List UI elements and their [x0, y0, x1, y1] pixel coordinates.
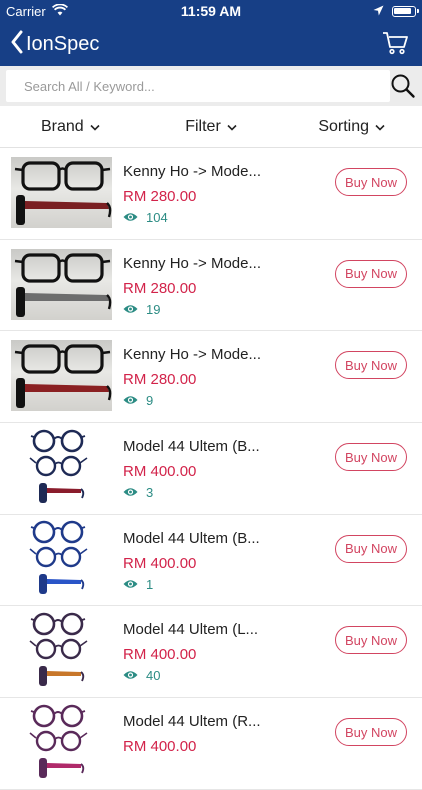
eye-icon — [123, 668, 138, 683]
search-bar — [0, 66, 422, 106]
back-label: IonSpec — [26, 33, 100, 55]
chevron-down-icon — [227, 118, 237, 136]
eye-icon — [123, 577, 138, 592]
product-price: RM 400.00 — [123, 646, 197, 664]
view-count-value: 40 — [146, 668, 161, 684]
eye-icon — [123, 210, 138, 225]
cart-button[interactable] — [382, 31, 408, 60]
back-button[interactable]: IonSpec — [10, 30, 99, 59]
product-image[interactable] — [11, 612, 112, 686]
product-row[interactable]: Kenny Ho -> Mode... RM 280.00 19 Buy Now — [0, 240, 422, 332]
view-count: 104 — [123, 210, 168, 225]
product-row[interactable]: Model 44 Ultem (L... RM 400.00 40 Buy Now — [0, 606, 422, 699]
view-count-value: 19 — [146, 301, 161, 317]
view-count-value: 1 — [146, 576, 154, 592]
product-image[interactable] — [11, 429, 112, 503]
product-list: Kenny Ho -> Mode... RM 280.00 104 Buy Now Ke… — [0, 148, 422, 790]
buy-now-button[interactable]: Buy Now — [335, 443, 407, 472]
eye-icon — [123, 393, 138, 408]
filter-label: Filter — [185, 117, 221, 135]
product-image[interactable] — [11, 704, 112, 778]
product-image[interactable] — [11, 340, 112, 412]
status-right — [373, 4, 419, 19]
app-header: Carrier 11:59 AM IonSpec — [0, 0, 422, 66]
brand-label: Brand — [40, 117, 84, 135]
chevron-down-icon — [90, 118, 100, 136]
eye-icon — [123, 302, 138, 317]
view-count-value: 9 — [146, 393, 154, 409]
view-count-value: 3 — [146, 485, 154, 501]
search-button[interactable] — [390, 72, 416, 100]
view-count-value: 104 — [146, 210, 168, 225]
search-icon — [390, 74, 416, 104]
product-name[interactable]: Kenny Ho -> Mode... — [123, 163, 323, 180]
product-name[interactable]: Model 44 Ultem (R... — [123, 713, 323, 730]
view-count: 9 — [123, 393, 153, 408]
buy-now-button[interactable]: Buy Now — [335, 626, 407, 655]
product-row[interactable]: Model 44 Ultem (B... RM 400.00 3 Buy Now — [0, 423, 422, 515]
view-count: 40 — [123, 668, 160, 683]
buy-now-button[interactable]: Buy Now — [335, 259, 407, 288]
battery-icon — [392, 6, 419, 17]
sorting-label: Sorting — [318, 117, 370, 135]
location-icon — [373, 4, 384, 19]
product-row[interactable]: Model 44 Ultem (B... RM 400.00 1 Buy Now — [0, 515, 422, 607]
product-row[interactable]: Kenny Ho -> Mode... RM 280.00 104 Buy Now — [0, 148, 422, 240]
product-name[interactable]: Kenny Ho -> Mode... — [123, 255, 323, 272]
product-price: RM 280.00 — [123, 279, 197, 297]
cart-icon — [382, 32, 408, 59]
search-input[interactable] — [6, 70, 390, 102]
chevron-left-icon — [10, 30, 24, 59]
eye-icon — [123, 485, 138, 500]
product-name[interactable]: Model 44 Ultem (L... — [123, 621, 323, 638]
product-row[interactable]: Kenny Ho -> Mode... RM 280.00 9 Buy Now — [0, 331, 422, 424]
product-price: RM 280.00 — [123, 371, 197, 389]
product-price: RM 400.00 — [123, 463, 197, 481]
product-image[interactable] — [11, 520, 112, 595]
filter-dropdown[interactable]: Filter — [141, 106, 282, 147]
product-image[interactable] — [11, 248, 112, 320]
status-time: 11:59 AM — [180, 3, 242, 19]
buy-now-button[interactable]: Buy Now — [335, 534, 407, 563]
product-price: RM 280.00 — [123, 188, 197, 205]
filter-bar: Brand Filter Sorting — [0, 106, 422, 148]
product-name[interactable]: Model 44 Ultem (B... — [123, 438, 323, 455]
chevron-down-icon — [375, 118, 385, 136]
buy-now-button[interactable]: Buy Now — [335, 168, 407, 196]
product-price: RM 400.00 — [123, 554, 197, 572]
brand-dropdown[interactable]: Brand — [0, 106, 141, 147]
product-price: RM 400.00 — [123, 738, 197, 756]
product-name[interactable]: Kenny Ho -> Mode... — [123, 346, 323, 363]
buy-now-button[interactable]: Buy Now — [335, 718, 407, 747]
view-count: 1 — [123, 577, 153, 592]
view-count: 3 — [123, 485, 153, 500]
product-name[interactable]: Model 44 Ultem (B... — [123, 530, 323, 547]
view-count: 19 — [123, 302, 160, 317]
status-bar: Carrier 11:59 AM — [0, 0, 422, 22]
nav-bar: IonSpec — [0, 22, 422, 66]
product-image[interactable] — [11, 157, 112, 228]
buy-now-button[interactable]: Buy Now — [335, 351, 407, 380]
sorting-dropdown[interactable]: Sorting — [281, 106, 422, 147]
product-row[interactable]: Model 44 Ultem (R... RM 400.00 Buy Now — [0, 698, 422, 790]
